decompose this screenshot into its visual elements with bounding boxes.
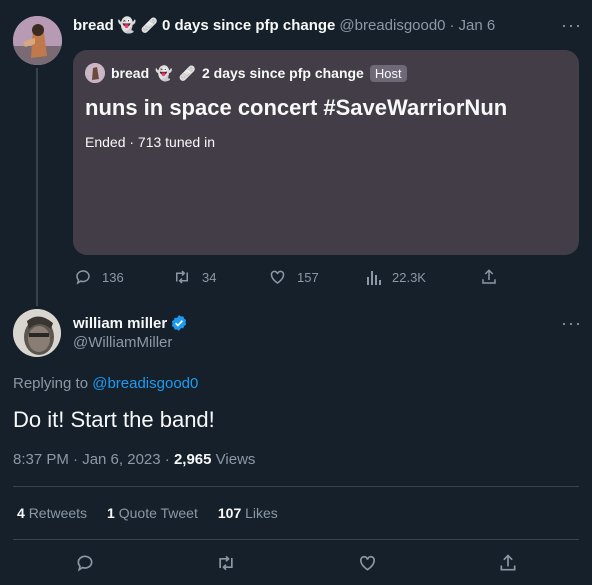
host-name: bread	[111, 65, 150, 81]
space-status: Ended · 713 tuned in	[85, 134, 215, 150]
share-icon	[498, 553, 518, 573]
retweets-stat[interactable]: 4 Retweets	[17, 505, 87, 521]
views-count: 22.3K	[392, 269, 426, 285]
ghost-emoji: 👻	[155, 64, 173, 81]
reply-icon	[74, 268, 92, 286]
views-button[interactable]: 22.3K	[366, 268, 426, 286]
share-button[interactable]	[480, 268, 498, 286]
replying-prefix: Replying to	[13, 375, 89, 392]
verified-badge-icon	[170, 314, 188, 332]
space-card[interactable]: bread 👻 🩹 2 days since pfp change Host n…	[73, 50, 579, 255]
reply-icon	[75, 553, 95, 573]
tweet-text: Do it! Start the band!	[13, 407, 215, 432]
space-host-row: bread 👻 🩹 2 days since pfp change Host	[85, 63, 407, 83]
views-icon	[366, 268, 382, 286]
avatar-bread[interactable]	[13, 16, 62, 65]
tweet1-header: bread 👻 🩹 0 days since pfp change @bread…	[73, 16, 496, 35]
quote-tweets-stat[interactable]: 1 Quote Tweet	[107, 505, 198, 521]
reply-button[interactable]	[75, 553, 95, 573]
thread-line	[36, 68, 38, 306]
retweet-button[interactable]	[215, 553, 237, 573]
tweet-stats: 4 Retweets 1 Quote Tweet 107 Likes	[17, 505, 278, 521]
views-label: Views	[215, 451, 256, 468]
replying-to-line: Replying to @breadisgood0	[13, 375, 198, 392]
retweet-button[interactable]: 34	[172, 268, 216, 286]
retweet-count: 34	[202, 269, 217, 285]
likes-stat[interactable]: 107 Likes	[218, 505, 278, 521]
dot-separator: ·	[449, 16, 455, 34]
reply-count: 136	[102, 269, 124, 285]
bandaid-emoji: 🩹	[140, 16, 158, 33]
avatar-william-miller[interactable]	[13, 309, 61, 357]
divider-bottom	[13, 539, 579, 540]
host-avatar	[85, 63, 105, 83]
space-title: nuns in space concert #SaveWarriorNun	[85, 95, 508, 120]
like-button[interactable]	[357, 553, 378, 573]
author-name[interactable]: william miller	[73, 315, 167, 332]
views-count: 2,965	[173, 451, 212, 468]
tweet-timestamp[interactable]: 8:37 PM · Jan 6, 2023 ·	[13, 451, 170, 468]
author-handle[interactable]: @WilliamMiller	[73, 334, 172, 351]
like-button[interactable]: 157	[268, 268, 319, 286]
tweet-meta: 8:37 PM · Jan 6, 2023 · 2,965 Views	[13, 451, 255, 468]
share-button[interactable]	[498, 553, 518, 573]
heart-icon	[268, 268, 287, 286]
host-name-suffix: 2 days since pfp change	[202, 65, 364, 81]
author-name[interactable]: bread	[73, 17, 114, 34]
tweet2-name-row: william miller	[73, 314, 188, 332]
replying-to-link[interactable]: @breadisgood0	[92, 375, 198, 392]
heart-icon	[357, 553, 378, 573]
reply-button[interactable]: 136	[74, 268, 124, 286]
more-options-icon[interactable]: ···	[561, 314, 582, 332]
divider-top	[13, 486, 579, 487]
author-handle[interactable]: @breadisgood0	[339, 17, 445, 34]
host-badge: Host	[369, 64, 407, 82]
share-icon	[480, 268, 498, 286]
retweet-icon	[215, 553, 237, 573]
retweet-icon	[172, 268, 192, 286]
ghost-emoji: 👻	[117, 17, 137, 34]
tweet-date[interactable]: Jan 6	[459, 17, 496, 34]
like-count: 157	[297, 269, 319, 285]
more-options-icon[interactable]: ···	[561, 16, 582, 34]
bandaid-emoji: 🩹	[178, 64, 196, 81]
author-name-suffix: 0 days since pfp change	[161, 16, 336, 34]
